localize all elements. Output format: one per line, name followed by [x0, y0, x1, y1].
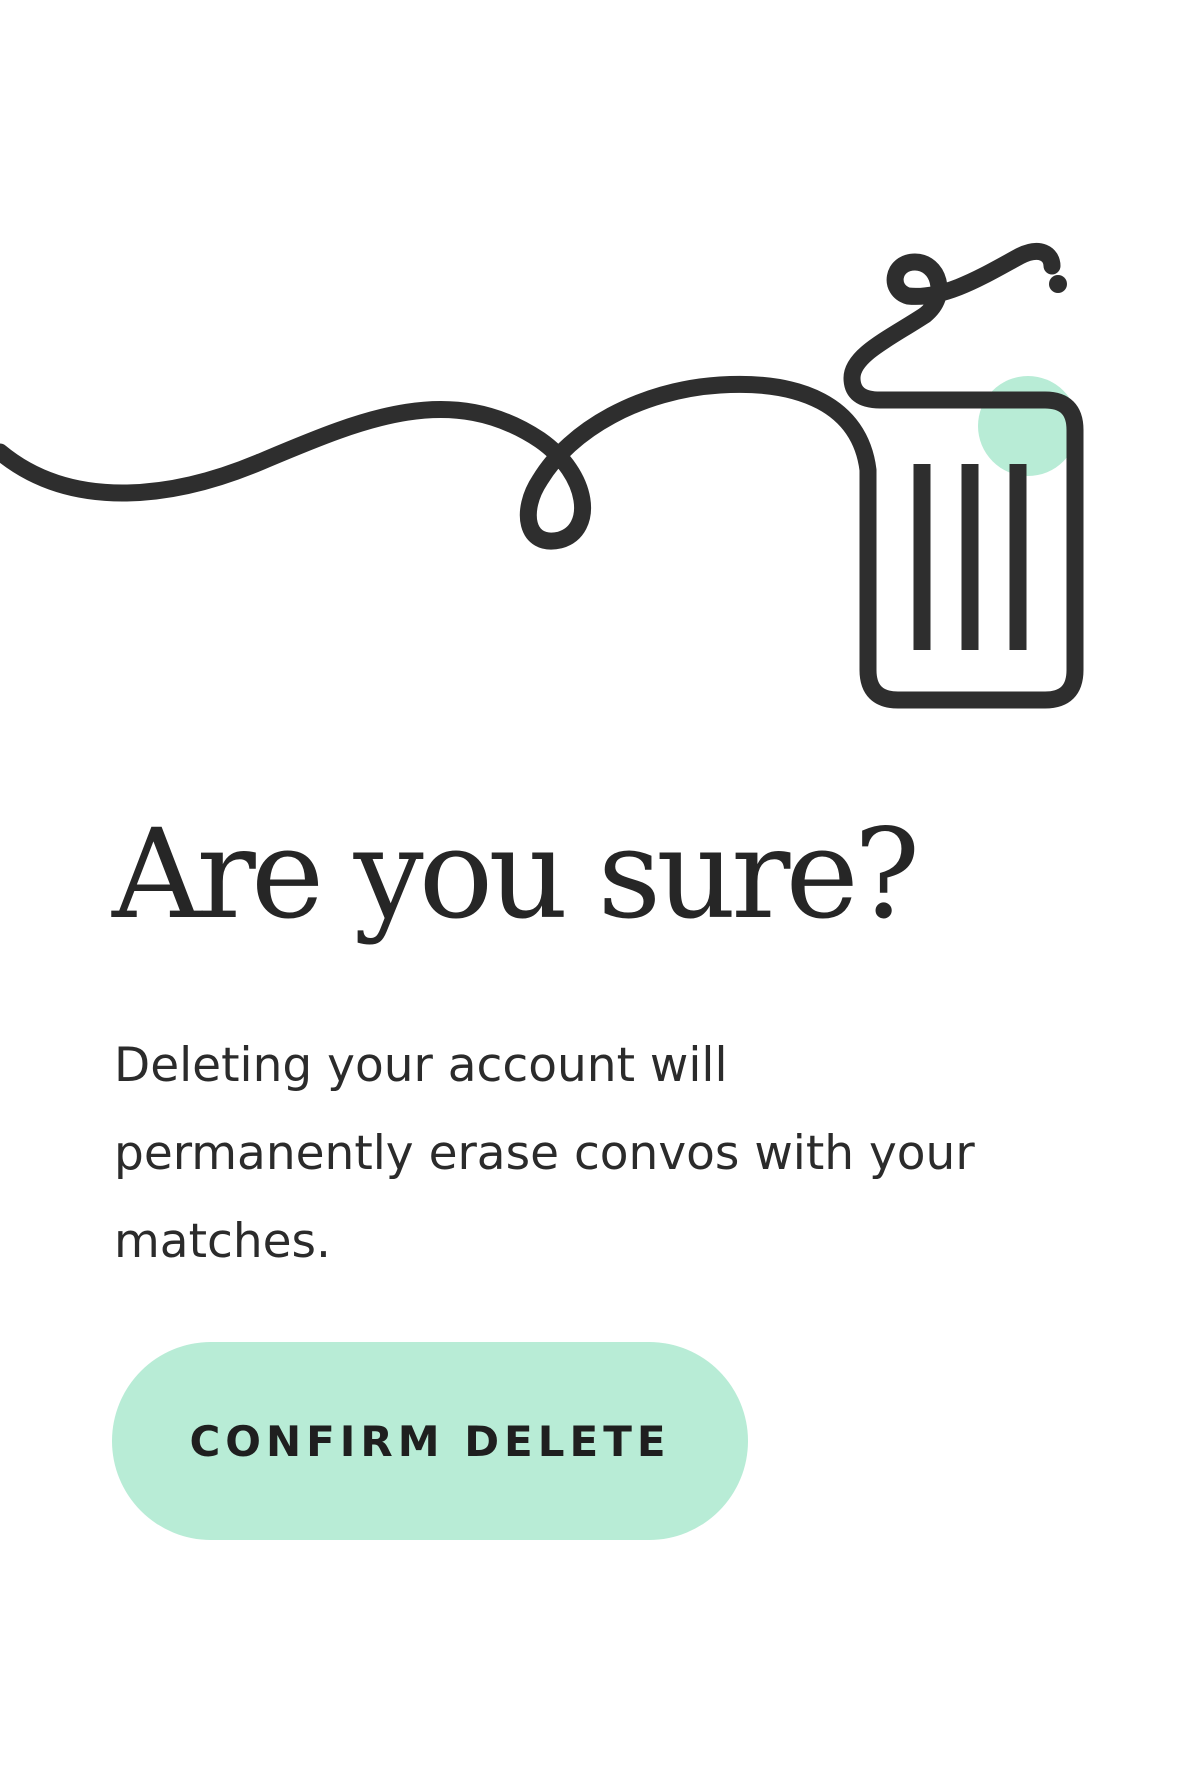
- trash-lid-handle-icon: [886, 243, 1061, 324]
- page-title: Are you sure?: [112, 803, 920, 947]
- delete-warning-message: Deleting your account will permanently e…: [114, 1038, 975, 1269]
- line-end-dot: [1049, 275, 1067, 293]
- trash-illustration: [0, 243, 1084, 709]
- accent-dot: [978, 376, 1078, 476]
- confirm-delete-button[interactable]: CONFIRM DELETE: [112, 1342, 748, 1540]
